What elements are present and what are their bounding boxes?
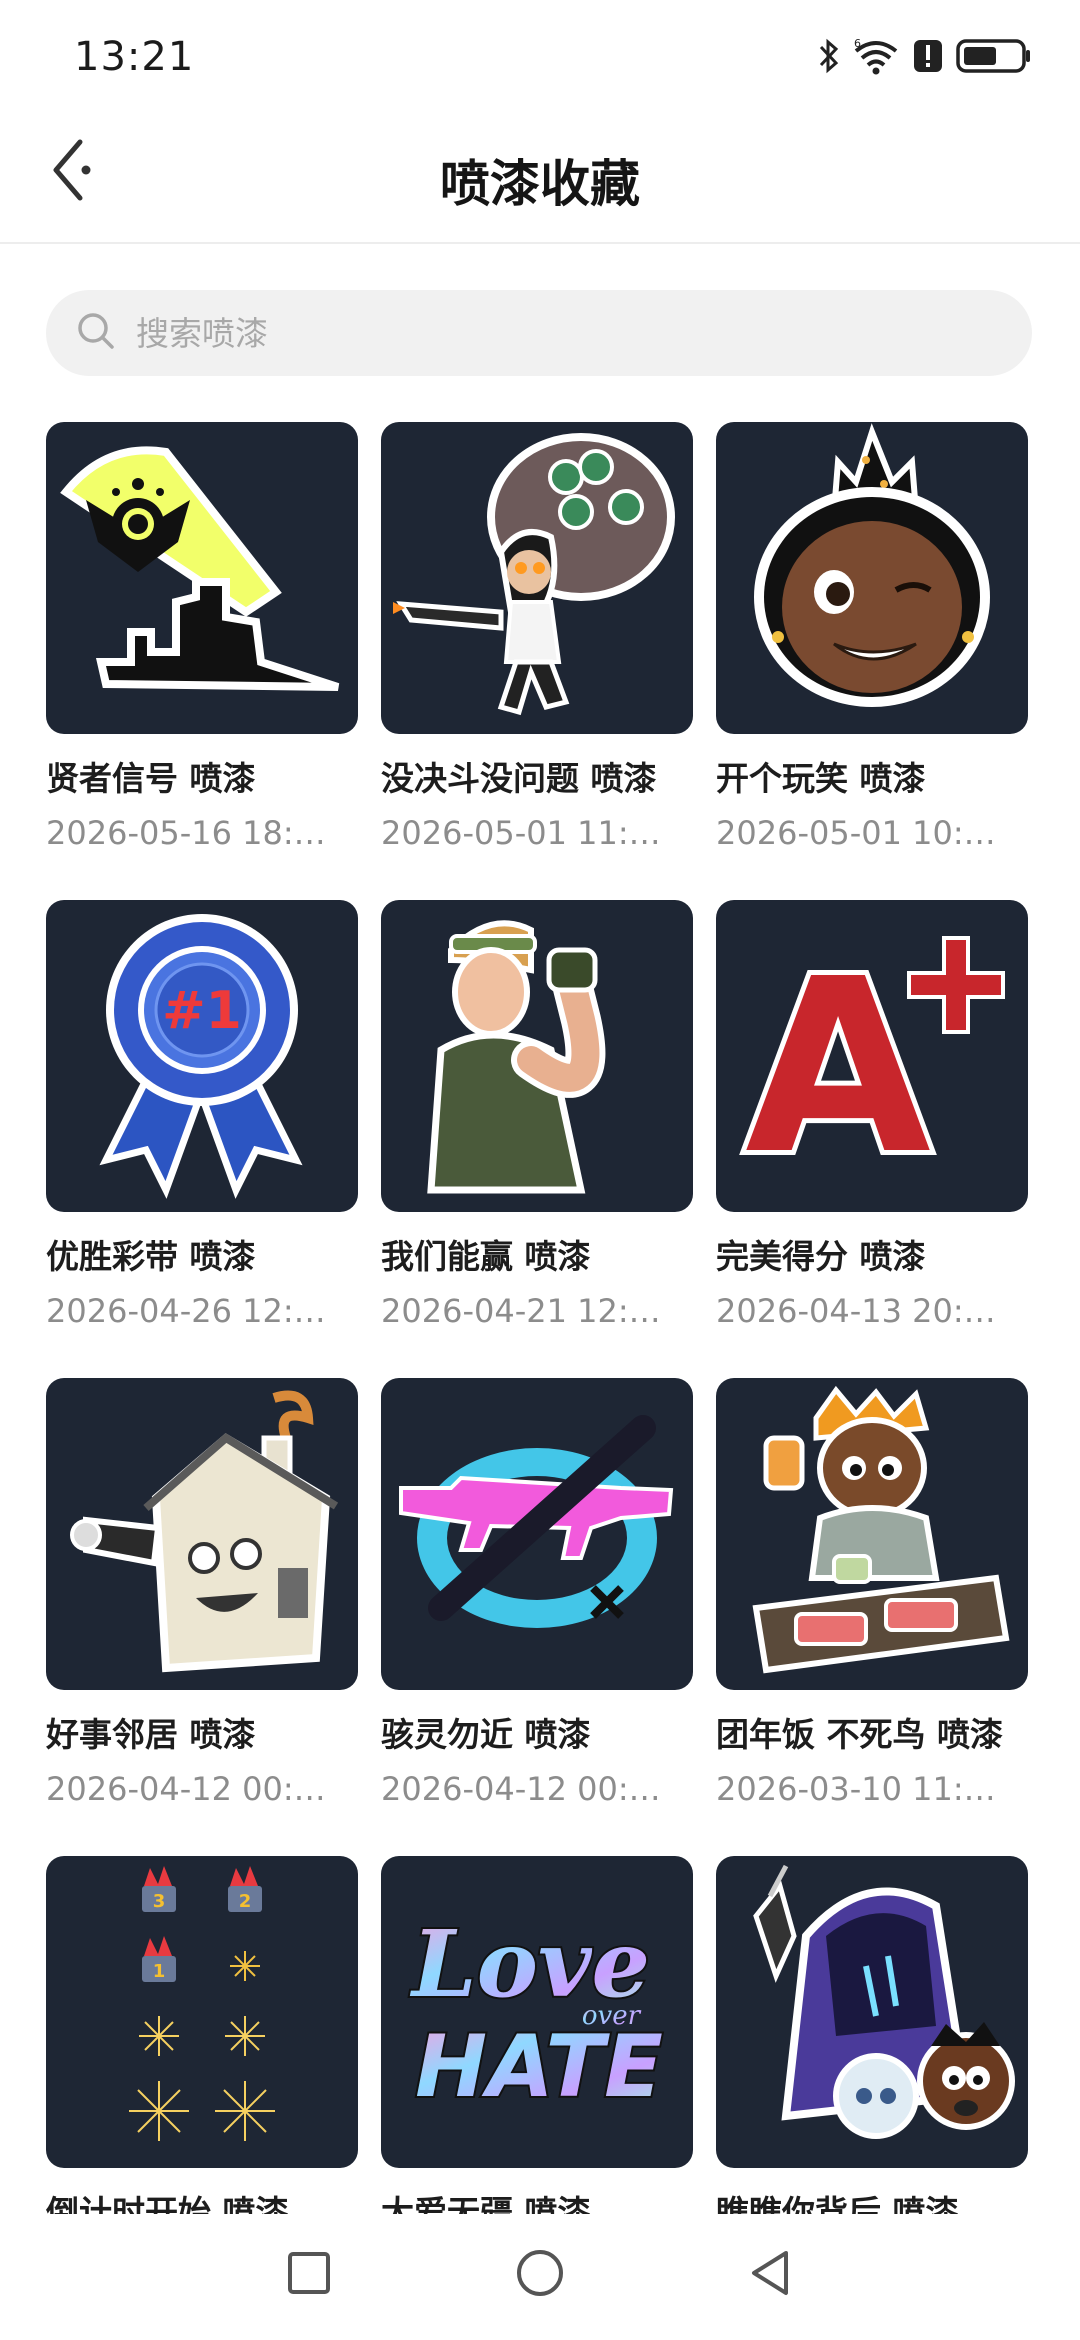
search-input[interactable] xyxy=(134,312,998,354)
spray-date: 2026-05-16 18:… xyxy=(46,814,326,852)
system-nav-bar xyxy=(0,2214,1080,2340)
spray-thumbnail[interactable]: #1 xyxy=(46,900,358,1212)
spray-card[interactable]: 贤者信号 喷漆 2026-05-16 18:… xyxy=(46,422,358,900)
home-circle-icon xyxy=(514,2247,566,2303)
spray-title: 开个玩笑 喷漆 xyxy=(716,759,926,798)
we-can-win-spray-image xyxy=(427,920,606,1194)
search-icon xyxy=(76,311,116,355)
spray-card[interactable]: 骇灵勿近 喷漆 2026-04-12 00:… xyxy=(381,1378,693,1856)
no-duel-no-problem-spray-image xyxy=(393,433,675,716)
spray-title: 团年饭 不死鸟 喷漆 xyxy=(716,1715,1003,1754)
spray-date: 2026-04-26 12:… xyxy=(46,1292,326,1330)
spray-title: 没决斗没问题 喷漆 xyxy=(381,759,657,798)
page-title: 喷漆收藏 xyxy=(440,155,640,213)
spray-card[interactable]: 没决斗没问题 喷漆 2026-05-01 11:… xyxy=(381,422,693,900)
no-spectre-spray-image xyxy=(399,1415,674,1628)
countdown-label-3: 3 xyxy=(153,1891,166,1912)
status-bar: 13:21 6 xyxy=(0,0,1080,120)
ribbon-number: #1 xyxy=(162,981,242,1041)
recent-apps-square-icon xyxy=(285,2249,333,2301)
nosy-neighbor-spray-image xyxy=(70,1390,339,1673)
status-time: 13:21 xyxy=(74,34,195,80)
recent-apps-button[interactable] xyxy=(274,2240,344,2310)
spray-title: 好事邻居 喷漆 xyxy=(46,1715,256,1754)
spray-card[interactable]: 团年饭 不死鸟 喷漆 2026-03-10 11:… xyxy=(716,1378,1028,1856)
spray-card[interactable]: 开个玩笑 喷漆 2026-05-01 10:… xyxy=(716,422,1028,900)
spray-thumbnail[interactable] xyxy=(381,422,693,734)
nav-back-button[interactable] xyxy=(735,2240,805,2310)
spray-thumbnail[interactable] xyxy=(716,1378,1028,1690)
spray-title: 骇灵勿近 喷漆 xyxy=(381,1715,591,1754)
spray-thumbnail[interactable] xyxy=(46,422,358,734)
love-over-hate-spray-image: Love over HATE xyxy=(407,1908,665,2119)
firework-large-left xyxy=(129,2081,189,2141)
firework-mid-right xyxy=(225,2016,265,2056)
countdown-label-2: 2 xyxy=(239,1891,252,1912)
spray-date: 2026-05-01 11:… xyxy=(381,814,661,852)
spray-grid: 贤者信号 喷漆 2026-05-16 18:… 没决斗没问题 喷漆 2026-0… xyxy=(46,422,1036,2334)
spray-thumbnail[interactable]: A xyxy=(716,900,1028,1212)
countdown-spray-image: 3 2 1 xyxy=(129,1866,275,2141)
spray-card[interactable]: 我们能赢 喷漆 2026-04-21 12:… xyxy=(381,900,693,1378)
spray-thumbnail[interactable]: 3 2 1 xyxy=(46,1856,358,2168)
spray-thumbnail[interactable]: Love over HATE xyxy=(381,1856,693,2168)
spray-thumbnail[interactable] xyxy=(716,422,1028,734)
spray-title: 完美得分 喷漆 xyxy=(716,1237,926,1276)
a-plus-spray-image: A xyxy=(740,922,1005,1212)
firework-large-right xyxy=(215,2081,275,2141)
spray-title: 贤者信号 喷漆 xyxy=(46,759,256,798)
spray-title: 我们能赢 喷漆 xyxy=(381,1237,591,1276)
winner-ribbon-spray-image: #1 xyxy=(99,914,303,1199)
svg-text:6: 6 xyxy=(854,37,861,50)
status-icons: 6 xyxy=(818,34,1032,78)
back-triangle-icon xyxy=(746,2247,794,2303)
spray-date: 2026-04-13 20:… xyxy=(716,1292,996,1330)
spray-thumbnail[interactable] xyxy=(381,900,693,1212)
spray-date: 2026-03-10 11:… xyxy=(716,1770,996,1808)
firework-mid-left xyxy=(139,2016,179,2056)
spray-thumbnail[interactable] xyxy=(46,1378,358,1690)
just-kidding-spray-image xyxy=(754,423,990,707)
spray-card[interactable]: 好事邻居 喷漆 2026-04-12 00:… xyxy=(46,1378,358,1856)
spray-card[interactable]: #1 优胜彩带 喷漆 2026-04-26 12:… xyxy=(46,900,358,1378)
behind-you-spray-image xyxy=(753,1864,1015,2139)
wifi-icon: 6 xyxy=(852,37,900,75)
reunion-dinner-phoenix-spray-image xyxy=(752,1385,1010,1674)
spray-card[interactable]: A 完美得分 喷漆 2026-04-13 20:… xyxy=(716,900,1028,1378)
spray-date: 2026-04-21 12:… xyxy=(381,1292,661,1330)
grade-letter: A xyxy=(745,927,931,1207)
spray-title: 优胜彩带 喷漆 xyxy=(46,1237,256,1276)
sage-signal-spray-image xyxy=(60,446,340,691)
battery-icon xyxy=(956,38,1032,74)
search-bar[interactable] xyxy=(46,290,1032,376)
spray-date: 2026-05-01 10:… xyxy=(716,814,996,852)
spray-thumbnail[interactable] xyxy=(381,1378,693,1690)
countdown-label-1: 1 xyxy=(153,1961,166,1982)
spray-date: 2026-04-12 00:… xyxy=(46,1770,326,1808)
firework-small xyxy=(230,1951,260,1981)
home-button[interactable] xyxy=(505,2240,575,2310)
bluetooth-icon xyxy=(818,38,840,74)
spray-thumbnail[interactable] xyxy=(716,1856,1028,2168)
app-header: 喷漆收藏 xyxy=(0,120,1080,244)
alert-icon xyxy=(912,38,944,74)
hate-text: HATE xyxy=(415,2017,663,2117)
spray-date: 2026-04-12 00:… xyxy=(381,1770,661,1808)
